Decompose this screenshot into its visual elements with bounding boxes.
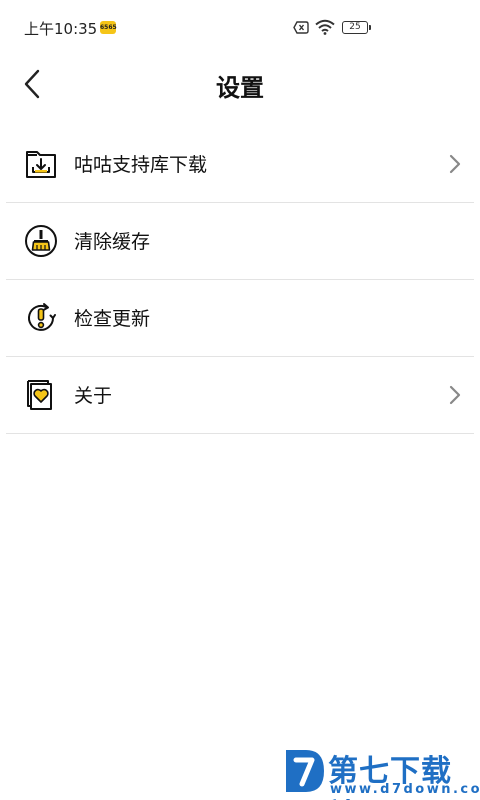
status-time: 上午10:35	[24, 20, 98, 38]
chevron-right-icon	[449, 385, 461, 405]
broom-icon	[25, 225, 57, 257]
app-notification-badge: 6565	[100, 21, 117, 34]
wifi-icon	[315, 19, 335, 35]
watermark-url: www.d7down.com	[330, 782, 480, 797]
heart-card-icon	[27, 380, 52, 410]
settings-item-label: 检查更新	[74, 308, 151, 330]
settings-item-label: 咕咕支持库下载	[74, 154, 208, 176]
battery-tip	[369, 25, 371, 30]
settings-item-about[interactable]: 关于	[6, 357, 474, 434]
settings-item-label: 关于	[74, 385, 113, 407]
status-bar: 上午10:35 6565 25	[0, 0, 480, 56]
chevron-right-icon	[449, 154, 461, 174]
settings-item-clear-cache[interactable]: 清除缓存	[6, 203, 474, 280]
no-sim-icon	[293, 21, 309, 34]
battery-indicator: 25	[342, 21, 368, 34]
header: 设置	[0, 56, 480, 116]
d7-logo-icon	[286, 750, 324, 792]
settings-item-check-update[interactable]: 检查更新	[6, 280, 474, 357]
settings-screen: 上午10:35 6565 25 设置 咕咕支持库下载 清除缓存 检查更新 关于 …	[0, 0, 480, 800]
page-title: 设置	[216, 74, 264, 102]
settings-item-label: 清除缓存	[74, 231, 151, 253]
watermark: 第七下载站 www.d7down.com	[282, 744, 480, 800]
folder-download-icon	[26, 151, 56, 178]
settings-list: 咕咕支持库下载 清除缓存 检查更新 关于	[6, 126, 474, 434]
update-alert-icon	[28, 303, 56, 331]
settings-item-library-download[interactable]: 咕咕支持库下载	[6, 126, 474, 203]
